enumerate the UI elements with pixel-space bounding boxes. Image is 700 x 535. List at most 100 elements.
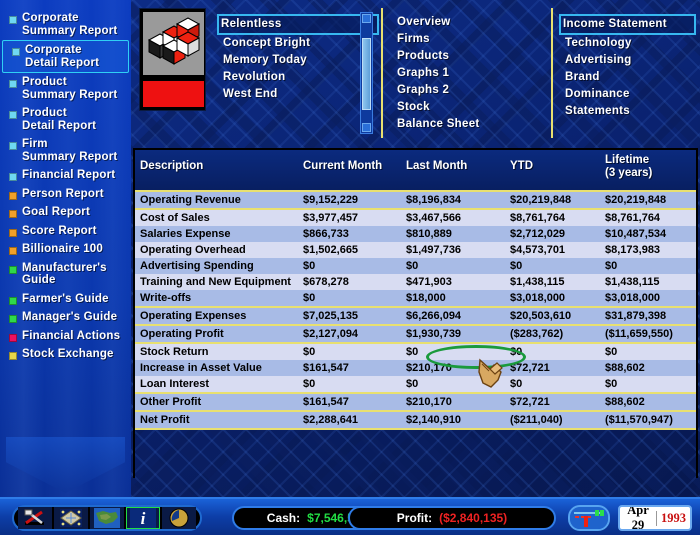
scroll-up-arrow-icon[interactable]: [362, 14, 371, 23]
column-header-current-month: Current Month: [303, 160, 383, 172]
cell-value: ($11,570,947): [605, 414, 673, 426]
table-group-expenses-detail: Cost of Sales $3,977,457 $3,467,566 $8,761,…: [135, 210, 696, 308]
bullet-square-icon: [9, 265, 17, 274]
section-item-graphs-2[interactable]: Graphs 2: [393, 82, 543, 99]
hammer-tools-icon[interactable]: [18, 507, 52, 529]
cell-value: $6,266,094: [406, 310, 462, 322]
table-row[interactable]: Net Profit $2,288,641 $2,140,910 ($211,040)…: [135, 412, 696, 428]
report-item-income-statement[interactable]: Income Statement: [559, 14, 696, 35]
top-menu-zone: Relentless Concept Bright Memory Today Revo…: [131, 0, 700, 146]
report-item-advertising[interactable]: Advertising: [561, 52, 696, 69]
sidebar-item-label: Firm Summary Report: [22, 138, 118, 163]
sidebar-item-financial-report[interactable]: Financial Report: [0, 166, 131, 185]
info-icon[interactable]: i: [126, 507, 160, 529]
sidebar-item-manufacturers-guide[interactable]: Manufacturer's Guide: [0, 259, 131, 290]
sidebar-item-label: Goal Report: [22, 206, 91, 218]
sidebar-item-label: Product Detail Report: [22, 107, 97, 132]
sidebar-item-farmers-guide[interactable]: Farmer's Guide: [0, 290, 131, 309]
company-list-scrollbar[interactable]: [360, 12, 373, 134]
diamond-grid-icon[interactable]: [54, 507, 88, 529]
report-item-technology[interactable]: Technology: [561, 35, 696, 52]
bullet-square-icon: [9, 80, 17, 88]
table-group-net-profit: Net Profit $2,288,641 $2,140,910 ($211,040)…: [135, 412, 696, 430]
scroll-down-arrow-icon[interactable]: [362, 123, 371, 132]
table-group-other-profit: Other Profit $161,547 $210,170 $72,721 $88,6…: [135, 394, 696, 412]
table-row[interactable]: Training and New Equipment $678,278 $471,9…: [135, 274, 696, 290]
cell-description: Increase in Asset Value: [140, 362, 262, 374]
sidebar-item-product-summary-report[interactable]: Product Summary Report: [0, 73, 131, 104]
sidebar-item-corporate-detail-report[interactable]: Corporate Detail Report: [2, 40, 129, 73]
income-statement-table: Description Current Month Last Month YTD…: [133, 148, 698, 478]
section-item-firms[interactable]: Firms: [393, 31, 543, 48]
section-item-balance-sheet[interactable]: Balance Sheet: [393, 116, 543, 133]
date-display[interactable]: Apr 29 1993: [618, 505, 692, 531]
column-header-description: Description: [140, 160, 204, 172]
company-logo: [139, 8, 206, 111]
table-row[interactable]: Operating Revenue $9,152,229 $8,196,834 $20…: [135, 192, 696, 208]
table-row[interactable]: Operating Profit $2,127,094 $1,930,739 ($28…: [135, 326, 696, 342]
table-row[interactable]: Loan Interest $0 $0 $0 $0: [135, 376, 696, 392]
table-row[interactable]: Stock Return $0 $0 $0 $0: [135, 344, 696, 360]
logo-color-bar: [143, 81, 204, 107]
section-item-overview[interactable]: Overview: [393, 14, 543, 31]
table-body: Operating Revenue $9,152,229 $8,196,834 $20…: [135, 192, 696, 430]
cell-value: $2,712,029: [510, 228, 566, 240]
company-item-revolution[interactable]: Revolution: [219, 69, 379, 86]
cell-value: $1,497,736: [406, 244, 462, 256]
table-row[interactable]: Cost of Sales $3,977,457 $3,467,566 $8,761,…: [135, 210, 696, 226]
sidebar-item-score-report[interactable]: Score Report: [0, 222, 131, 241]
sidebar-item-label: Corporate Detail Report: [25, 44, 100, 69]
graph-icon[interactable]: [568, 505, 610, 531]
cell-value: $0: [303, 260, 316, 272]
report-item-dominance[interactable]: Dominance: [561, 86, 696, 103]
section-item-graphs-1[interactable]: Graphs 1: [393, 65, 543, 82]
sidebar-item-person-report[interactable]: Person Report: [0, 185, 131, 204]
world-map-icon[interactable]: [90, 507, 124, 529]
company-item-memory-today[interactable]: Memory Today: [219, 52, 379, 69]
report-item-brand[interactable]: Brand: [561, 69, 696, 86]
report-item-statements[interactable]: Statements: [561, 103, 696, 120]
company-item-concept-bright[interactable]: Concept Bright: [219, 35, 379, 52]
cell-description: Loan Interest: [140, 378, 210, 390]
table-row[interactable]: Other Profit $161,547 $210,170 $72,721 $88,6…: [135, 394, 696, 410]
table-row[interactable]: Increase in Asset Value $161,547 $210,170 $…: [135, 360, 696, 376]
sidebar-item-billionaire-100[interactable]: Billionaire 100: [0, 240, 131, 259]
bullet-square-icon: [9, 16, 17, 24]
table-row[interactable]: Operating Expenses $7,025,135 $6,266,094 $2…: [135, 308, 696, 324]
clock-icon[interactable]: [162, 507, 196, 529]
cell-value: $2,140,910: [406, 414, 462, 426]
table-row[interactable]: Operating Overhead $1,502,665 $1,497,736 $4…: [135, 242, 696, 258]
cell-value: $8,196,834: [406, 194, 462, 206]
tool-tray: i: [12, 505, 202, 531]
company-item-west-end[interactable]: West End: [219, 86, 379, 103]
sidebar-item-financial-actions[interactable]: Financial Actions: [0, 327, 131, 346]
company-item-relentless[interactable]: Relentless: [217, 14, 379, 35]
section-item-products[interactable]: Products: [393, 48, 543, 65]
cell-value: $1,438,115: [510, 276, 565, 288]
column-header-lifetime: Lifetime (3 years): [605, 154, 652, 180]
section-item-stock[interactable]: Stock: [393, 99, 543, 116]
cell-description: Operating Profit: [140, 328, 224, 340]
cell-value: $1,502,665: [303, 244, 359, 256]
cell-value: $0: [303, 292, 316, 304]
bullet-square-icon: [9, 352, 17, 360]
cell-value: $0: [605, 378, 618, 390]
table-row[interactable]: Salaries Expense $866,733 $810,889 $2,712,0…: [135, 226, 696, 242]
bullet-square-icon: [9, 142, 17, 150]
sidebar-item-corporate-summary-report[interactable]: Corporate Summary Report: [0, 9, 131, 40]
sidebar-item-product-detail-report[interactable]: Product Detail Report: [0, 104, 131, 135]
table-row[interactable]: Write-offs $0 $18,000 $3,018,000 $3,018,000: [135, 290, 696, 306]
sidebar-item-managers-guide[interactable]: Manager's Guide: [0, 308, 131, 327]
cell-value: $3,467,566: [406, 212, 462, 224]
sidebar-item-stock-exchange[interactable]: Stock Exchange: [0, 345, 131, 364]
cell-value: $31,879,398: [605, 310, 667, 322]
scrollbar-thumb[interactable]: [362, 38, 371, 110]
cell-value: $2,127,094: [303, 328, 359, 340]
cell-value: $678,278: [303, 276, 349, 288]
cell-value: $1,930,739: [406, 328, 462, 340]
cell-value: $0: [605, 260, 618, 272]
sidebar-item-firm-summary-report[interactable]: Firm Summary Report: [0, 135, 131, 166]
sidebar-item-goal-report[interactable]: Goal Report: [0, 203, 131, 222]
table-row[interactable]: Advertising Spending $0 $0 $0 $0: [135, 258, 696, 274]
sidebar-item-label: Billionaire 100: [22, 243, 103, 255]
